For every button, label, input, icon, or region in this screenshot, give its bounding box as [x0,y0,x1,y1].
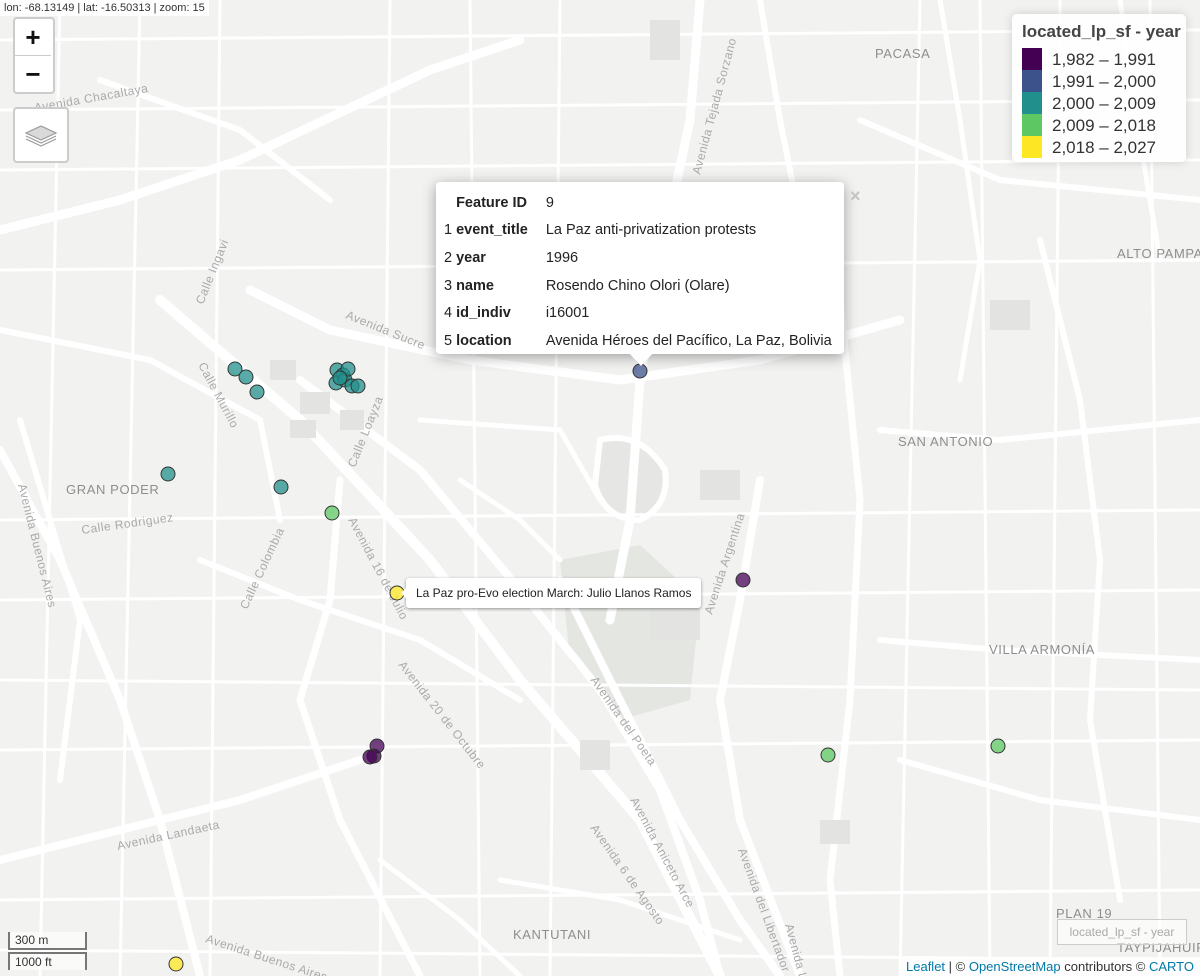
legend: located_lp_sf - year 1,982 – 1,991 1,991… [1012,14,1186,162]
zoom-out-button[interactable]: − [15,56,51,92]
popup-row: 3 name Rosendo Chino Olori (Olare) [440,272,836,300]
leaflet-link[interactable]: Leaflet [906,959,945,974]
event-marker[interactable] [160,466,176,482]
layers-icon [24,125,58,147]
legend-swatch [1022,136,1042,158]
legend-label: 1,991 – 2,000 [1052,72,1156,91]
popup-value: i16001 [545,305,590,322]
scale-bar-metric: 300 m [8,932,87,950]
popup-value: Rosendo Chino Olori (Olare) [545,277,730,294]
popup-key: location [456,332,512,349]
popup-key: id_indiv [456,305,511,322]
popup-value: 9 [545,194,554,211]
event-marker[interactable] [735,572,751,588]
popup-row: 2 year 1996 [440,244,836,272]
event-marker[interactable] [332,370,348,386]
legend-swatch [1022,92,1042,114]
legend-label: 1,982 – 1,991 [1052,50,1156,69]
event-marker[interactable] [362,749,378,765]
popup-key: event_title [456,222,528,239]
legend-title: located_lp_sf - year [1022,22,1181,41]
carto-link[interactable]: CARTO [1149,959,1194,974]
attribution-text: contributors © [1060,959,1149,974]
event-marker[interactable] [168,956,184,972]
popup-row: 5 location Avenida Héroes del Pacífico, … [440,327,836,355]
feature-popup: Feature ID 9 1 event_title La Paz anti-p… [436,182,844,366]
layers-control-button[interactable] [13,107,69,163]
legend-swatch [1022,114,1042,136]
event-marker[interactable] [249,384,265,400]
popup-key: Feature ID [456,194,527,211]
event-marker[interactable] [350,378,366,394]
popup-value: La Paz anti-privatization protests [545,222,757,239]
legend-swatch [1022,48,1042,70]
popup-key: year [456,249,486,266]
event-marker[interactable] [990,738,1006,754]
popup-value: Avenida Héroes del Pacífico, La Paz, Bol… [545,332,832,349]
attribution-separator: | © [945,959,969,974]
popup-close-button[interactable]: × [850,186,861,207]
popup-key: name [456,277,494,294]
popup-row-number [440,189,452,217]
place-label: KANTUTANI [513,927,592,942]
popup-tip [628,352,654,366]
legend-swatch [1022,70,1042,92]
popup-row-number: 2 [444,249,453,266]
legend-label: 2,018 – 2,027 [1052,138,1156,157]
popup-attribute-table: Feature ID 9 1 event_title La Paz anti-p… [440,189,836,355]
popup-row-number: 3 [444,277,453,294]
popup-row-number: 1 [444,222,453,239]
legend-label: 2,009 – 2,018 [1052,116,1156,135]
layer-label-box: located_lp_sf - year [1057,919,1187,945]
marker-tooltip: La Paz pro-Evo election March: Julio Lla… [400,578,702,608]
place-label: GRAN PODER [66,482,160,497]
place-label: VILLA ARMONÍA [989,642,1096,657]
place-label: SAN ANTONIO [898,434,994,449]
event-marker[interactable] [324,505,340,521]
coordinate-readout: lon: -68.13149 | lat: -16.50313 | zoom: … [0,0,209,16]
event-marker[interactable] [820,747,836,763]
popup-row: 1 event_title La Paz anti-privatization … [440,217,836,245]
popup-row-number: 5 [444,332,453,349]
popup-row: Feature ID 9 [440,189,836,217]
event-marker[interactable] [632,363,648,379]
event-marker[interactable] [238,369,254,385]
place-label: PACASA [875,46,931,61]
zoom-control: + − [13,17,55,94]
event-marker[interactable] [273,479,289,495]
popup-row: 4 id_indiv i16001 [440,299,836,327]
map-canvas[interactable]: Avenida Chacaltaya Avenida Tejada Sorzan… [0,0,1200,976]
osm-link[interactable]: OpenStreetMap [969,959,1061,974]
legend-label: 2,000 – 2,009 [1052,94,1156,113]
popup-row-number: 4 [444,305,453,322]
scale-bar-imperial: 1000 ft [8,952,87,970]
attribution: Leaflet | © OpenStreetMap contributors ©… [900,957,1200,976]
place-label: ALTO PAMPA [1117,246,1200,261]
popup-value: 1996 [545,249,579,266]
zoom-in-button[interactable]: + [15,19,51,56]
